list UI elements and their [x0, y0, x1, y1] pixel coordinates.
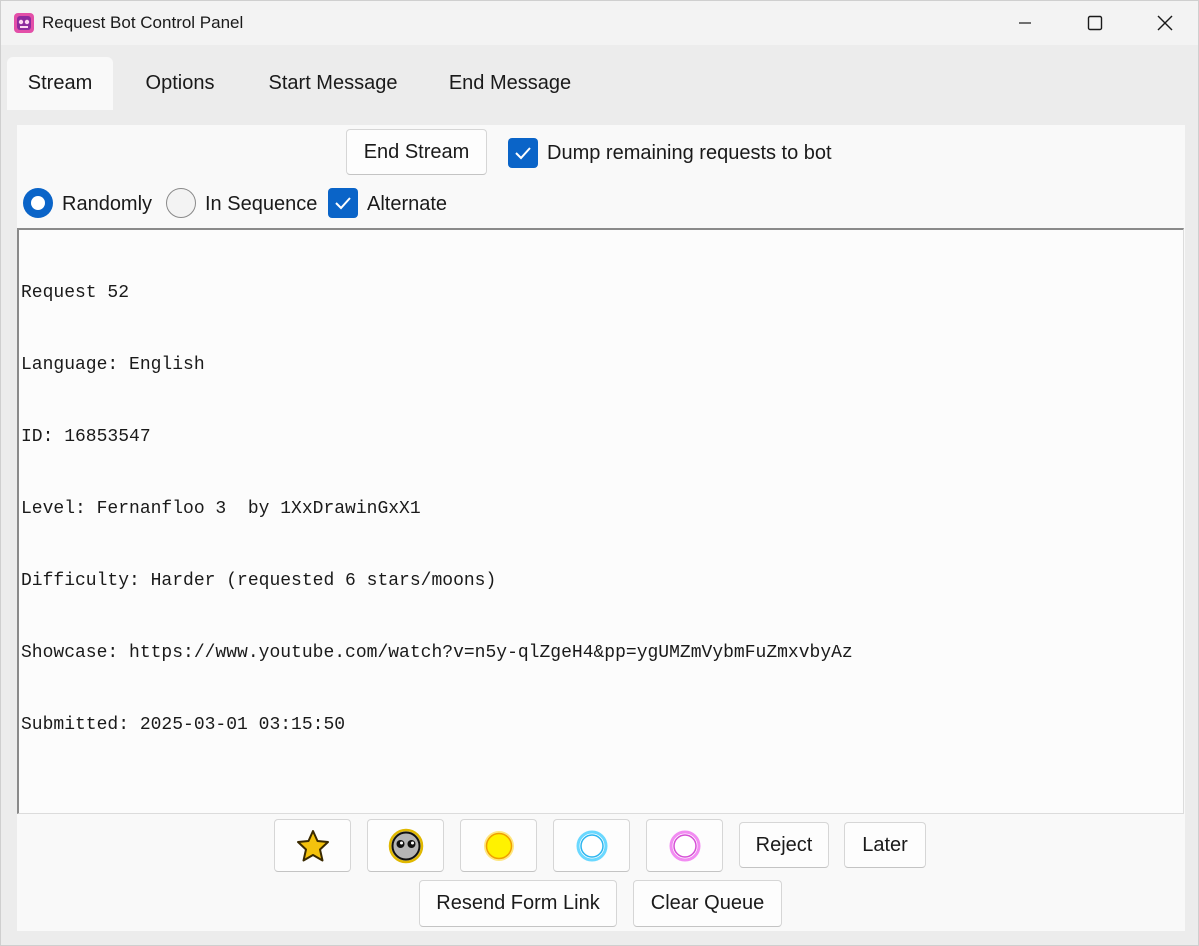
app-icon	[13, 12, 35, 34]
window-title: Request Bot Control Panel	[42, 13, 244, 32]
randomly-radio[interactable]	[23, 188, 53, 218]
request-line: Level: Fernanfloo 3 by 1XxDrawinGxX1	[21, 499, 421, 519]
close-icon	[1157, 15, 1173, 31]
app-window: Request Bot Control Panel Stream Options…	[0, 0, 1199, 946]
randomly-label: Randomly	[62, 193, 153, 215]
request-line: Difficulty: Harder (requested 6 stars/mo…	[21, 571, 497, 591]
pink-orb-icon	[669, 830, 700, 861]
maximize-button[interactable]	[1060, 1, 1130, 45]
face-rate-button[interactable]	[367, 819, 444, 872]
in-sequence-label: In Sequence	[205, 193, 318, 215]
reject-button[interactable]: Reject	[739, 822, 829, 868]
clear-queue-button[interactable]: Clear Queue	[633, 880, 782, 927]
request-line: Language: English	[21, 355, 205, 375]
tab-stream[interactable]: Stream	[7, 57, 113, 110]
face-icon	[388, 828, 423, 863]
minimize-icon	[1019, 22, 1031, 24]
cyan-orb-icon	[576, 830, 607, 861]
later-button[interactable]: Later	[844, 822, 926, 868]
checkmark-icon	[515, 147, 531, 160]
end-stream-button[interactable]: End Stream	[346, 129, 487, 175]
dump-requests-checkbox[interactable]	[508, 138, 538, 168]
alternate-label: Alternate	[367, 193, 448, 215]
checkmark-icon	[335, 197, 351, 210]
maximize-icon	[1087, 15, 1103, 31]
minimize-button[interactable]	[990, 1, 1060, 45]
pink-orb-rate-button[interactable]	[646, 819, 723, 872]
star-icon	[296, 829, 329, 861]
request-line: ID: 16853547	[21, 427, 151, 447]
request-line: Showcase: https://www.youtube.com/watch?…	[21, 643, 853, 663]
star-rate-button[interactable]	[274, 819, 351, 872]
tab-start-message[interactable]: Start Message	[255, 57, 411, 110]
cyan-orb-rate-button[interactable]	[553, 819, 630, 872]
request-line: Submitted: 2025-03-01 03:15:50	[21, 715, 346, 735]
tab-options[interactable]: Options	[127, 57, 233, 110]
title-bar: Request Bot Control Panel	[1, 1, 1198, 45]
request-line: Request 52	[21, 283, 130, 303]
close-button[interactable]	[1130, 1, 1199, 45]
tab-bar: Stream Options Start Message End Message	[1, 49, 1198, 111]
yellow-orb-rate-button[interactable]	[460, 819, 537, 872]
resend-form-link-button[interactable]: Resend Form Link	[419, 880, 617, 927]
dump-requests-label: Dump remaining requests to bot	[547, 142, 832, 164]
request-details-textarea[interactable]: Request 52 Language: English ID: 1685354…	[17, 228, 1184, 814]
yellow-orb-icon	[483, 830, 514, 861]
tab-end-message[interactable]: End Message	[437, 57, 583, 110]
alternate-checkbox[interactable]	[328, 188, 358, 218]
in-sequence-radio[interactable]	[166, 188, 196, 218]
